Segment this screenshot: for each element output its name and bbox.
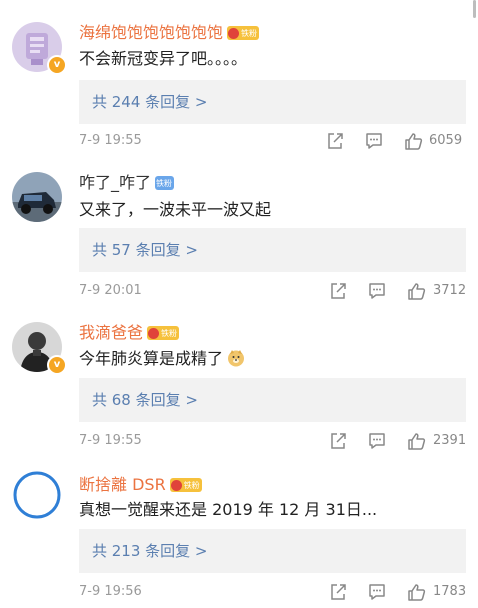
replies-link[interactable]: 共 244 条回复 > (79, 80, 466, 124)
timestamp: 7-9 19:56 (79, 584, 142, 599)
doge-emoji-icon (228, 350, 245, 367)
fan-badge-label: 铁粉 (161, 328, 178, 338)
share-icon[interactable] (328, 281, 348, 301)
avatar[interactable] (12, 172, 62, 222)
like-icon[interactable] (404, 131, 424, 151)
meta-row: 7-9 20:01 3712 (79, 281, 466, 301)
replies-link[interactable]: 共 213 条回复 > (79, 529, 466, 573)
timestamp: 7-9 20:01 (79, 283, 142, 298)
username-line: 断捨離 DSR 铁粉 (79, 474, 202, 496)
username-line: 我滴爸爸 铁粉 (79, 322, 180, 344)
like-count: 6059 (429, 133, 463, 148)
username[interactable]: 咋了_咋了 (79, 172, 151, 194)
fan-badge: 铁粉 (147, 326, 180, 340)
fan-badge-label: 铁粉 (183, 480, 200, 490)
fan-icon (170, 479, 182, 491)
meta-row: 7-9 19:55 6059 (79, 131, 466, 151)
fan-icon (228, 27, 240, 39)
replies-link[interactable]: 共 68 条回复 > (79, 378, 466, 422)
comment-text: 不会新冠变异了吧。。。。 (79, 49, 248, 68)
like-count: 1783 (433, 584, 467, 599)
comment-icon[interactable] (367, 281, 387, 301)
fan-badge: 铁粉 (227, 26, 260, 40)
comment-text: 今年肺炎算是成精了 (79, 348, 245, 370)
replies-link[interactable]: 共 57 条回复 > (79, 228, 466, 272)
comment-text-body: 今年肺炎算是成精了 (79, 349, 224, 368)
fan-icon (148, 327, 160, 339)
fan-badge-label: 铁粉 (241, 28, 258, 38)
username-line: 咋了_咋了 铁粉 (79, 172, 175, 194)
comment-icon[interactable] (367, 431, 387, 451)
meta-row: 7-9 19:55 2391 (79, 431, 466, 451)
comment-icon[interactable] (364, 131, 384, 151)
meta-row: 7-9 19:56 1783 (79, 582, 466, 602)
fan-badge: 铁粉 (155, 176, 175, 190)
fan-badge: 铁粉 (169, 478, 202, 492)
share-icon[interactable] (325, 131, 345, 151)
comment-icon[interactable] (367, 582, 387, 602)
fan-badge-label: 铁粉 (156, 178, 173, 188)
share-icon[interactable] (328, 431, 348, 451)
like-icon[interactable] (407, 431, 427, 451)
verified-badge-icon: v (47, 55, 67, 75)
share-icon[interactable] (328, 582, 348, 602)
like-icon[interactable] (407, 582, 427, 602)
avatar[interactable] (12, 470, 62, 520)
username[interactable]: 断捨離 DSR (79, 474, 166, 496)
like-count: 3712 (433, 283, 467, 298)
comment-text: 又来了，一波未平一波又起 (79, 200, 272, 219)
like-icon[interactable] (407, 281, 427, 301)
timestamp: 7-9 19:55 (79, 433, 142, 448)
username-line: 海绵饱饱饱饱饱饱饱 铁粉 (79, 22, 260, 44)
verified-badge-icon: v (47, 355, 67, 375)
comment-text: 真想一觉醒来还是 2019 年 12 月 31日... (79, 500, 378, 519)
like-count: 2391 (433, 433, 467, 448)
username[interactable]: 我滴爸爸 (79, 322, 143, 344)
scrollbar-indicator[interactable] (473, 0, 476, 18)
timestamp: 7-9 19:55 (79, 133, 142, 148)
username[interactable]: 海绵饱饱饱饱饱饱饱 (79, 22, 223, 44)
